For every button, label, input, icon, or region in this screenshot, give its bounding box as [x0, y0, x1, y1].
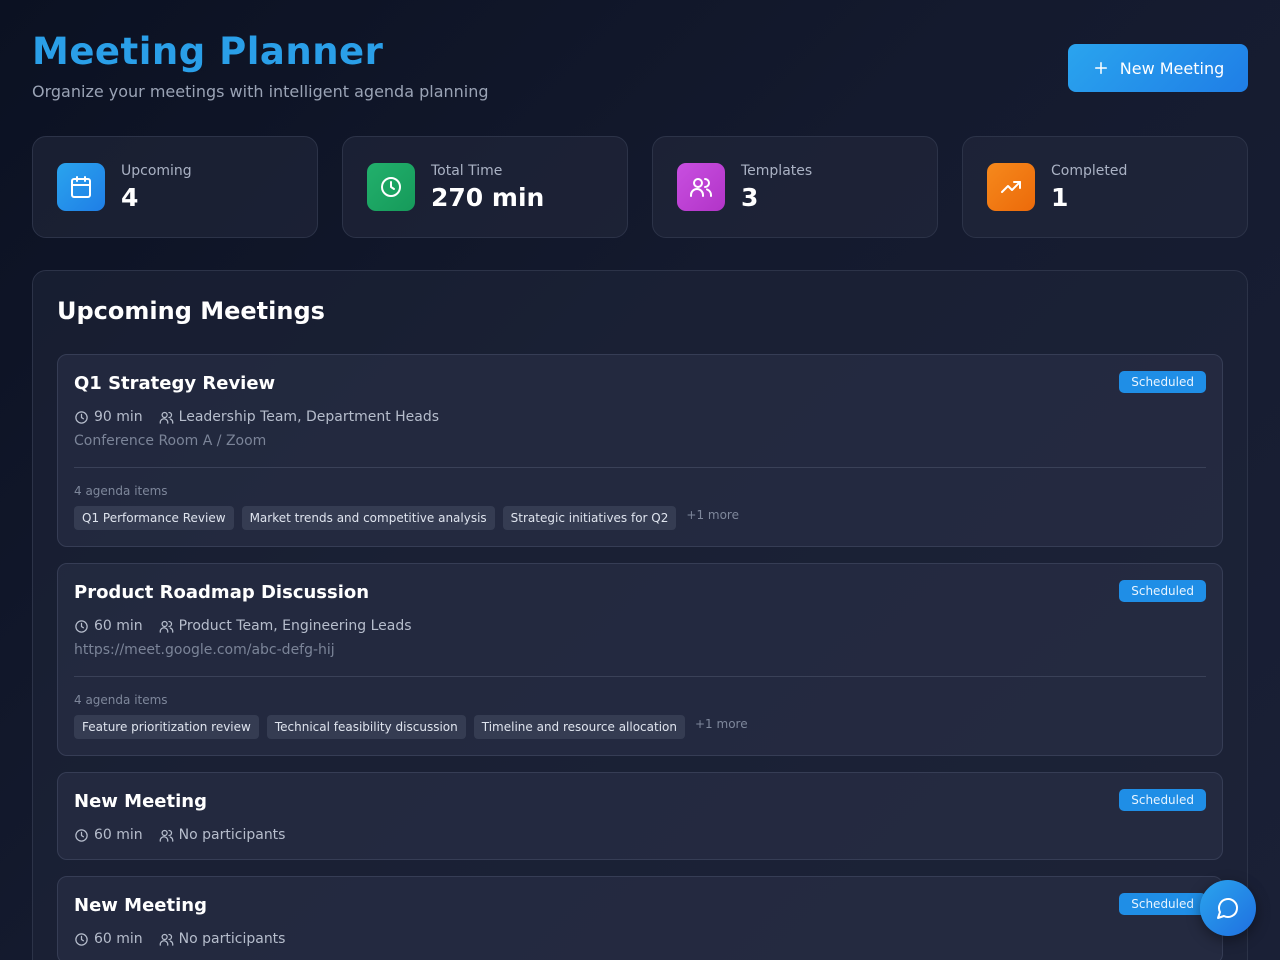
stat-label: Upcoming — [121, 162, 192, 179]
duration: 60 min — [74, 827, 143, 843]
duration: 60 min — [74, 931, 143, 947]
participants-text: No participants — [178, 931, 286, 947]
agenda-count: 4 agenda items — [74, 693, 168, 707]
more-agenda: +1 more — [695, 717, 748, 731]
more-agenda: +1 more — [686, 508, 739, 522]
agenda-chip: Market trends and competitive analysis — [241, 506, 495, 530]
meeting-card[interactable]: Product Roadmap Discussion Scheduled 60 … — [57, 563, 1223, 756]
duration-text: 60 min — [94, 618, 143, 634]
stat-label: Total Time — [431, 162, 503, 179]
stat-value: 270 min — [431, 182, 545, 212]
meeting-planner-page: Meeting Planner Organize your meetings w… — [0, 0, 1280, 960]
clock-icon — [75, 410, 88, 424]
meeting-location[interactable]: https://meet.google.com/abc-defg-hij — [74, 642, 1206, 658]
meeting-meta: 60 min No participants — [74, 931, 1206, 947]
participants-text: No participants — [178, 827, 286, 843]
divider — [74, 676, 1206, 677]
participants: Product Team, Engineering Leads — [159, 618, 412, 634]
calendar-icon — [57, 163, 105, 211]
stat-card-upcoming: Upcoming 4 — [32, 136, 318, 238]
new-meeting-button[interactable]: New Meeting — [1068, 44, 1248, 92]
agenda-chip: Q1 Performance Review — [74, 506, 234, 530]
agenda-list: Feature prioritization review Technical … — [74, 715, 1206, 739]
users-icon — [159, 411, 174, 424]
meeting-card[interactable]: New Meeting Scheduled 60 min No particip… — [57, 772, 1223, 860]
agenda-chip: Timeline and resource allocation — [473, 715, 685, 739]
duration-text: 90 min — [94, 409, 143, 425]
page-title: Meeting Planner — [32, 30, 384, 73]
stat-value: 4 — [121, 182, 139, 212]
plus-icon — [1094, 62, 1107, 74]
divider — [74, 467, 1206, 468]
stats-row: Upcoming 4 Total Time 270 min Templates … — [32, 136, 1248, 238]
stat-label: Templates — [741, 162, 813, 179]
page-subtitle: Organize your meetings with intelligent … — [32, 82, 489, 101]
participants-text: Product Team, Engineering Leads — [178, 618, 412, 634]
meeting-card[interactable]: Q1 Strategy Review Scheduled 90 min Lead… — [57, 354, 1223, 547]
duration-text: 60 min — [94, 931, 143, 947]
stat-value: 1 — [1051, 182, 1069, 212]
chat-button[interactable] — [1200, 880, 1256, 936]
participants-text: Leadership Team, Department Heads — [178, 409, 440, 425]
duration-text: 60 min — [94, 827, 143, 843]
agenda-chip: Technical feasibility discussion — [266, 715, 466, 739]
users-icon — [159, 829, 174, 842]
stat-label: Completed — [1051, 162, 1128, 179]
panel-title: Upcoming Meetings — [57, 297, 325, 325]
upcoming-meetings-panel: Upcoming Meetings Q1 Strategy Review Sch… — [32, 270, 1248, 960]
users-icon — [159, 933, 174, 946]
agenda-count: 4 agenda items — [74, 484, 168, 498]
clock-icon — [75, 619, 88, 633]
meeting-meta: 60 min No participants — [74, 827, 1206, 843]
users-icon — [159, 620, 174, 633]
users-icon — [677, 163, 725, 211]
participants: No participants — [159, 827, 286, 843]
meeting-meta: 60 min Product Team, Engineering Leads — [74, 618, 1206, 634]
agenda-chip: Feature prioritization review — [74, 715, 259, 739]
duration: 90 min — [74, 409, 143, 425]
new-meeting-label: New Meeting — [1119, 58, 1225, 78]
duration: 60 min — [74, 618, 143, 634]
status-badge: Scheduled — [1119, 893, 1206, 915]
meeting-meta: 90 min Leadership Team, Department Heads — [74, 409, 1206, 425]
stat-card-total-time: Total Time 270 min — [342, 136, 628, 238]
agenda-chip: Strategic initiatives for Q2 — [502, 506, 677, 530]
agenda-list: Q1 Performance Review Market trends and … — [74, 506, 1206, 530]
status-badge: Scheduled — [1119, 789, 1206, 811]
meeting-title: Product Roadmap Discussion — [74, 582, 370, 603]
stat-value: 3 — [741, 182, 759, 212]
clock-icon — [75, 932, 88, 946]
meeting-title: New Meeting — [74, 791, 207, 812]
trending-up-icon — [987, 163, 1035, 211]
clock-icon — [367, 163, 415, 211]
status-badge: Scheduled — [1119, 580, 1206, 602]
meeting-title: Q1 Strategy Review — [74, 373, 276, 394]
stat-card-completed: Completed 1 — [962, 136, 1248, 238]
chat-bubble-icon — [1217, 898, 1238, 919]
meeting-location: Conference Room A / Zoom — [74, 433, 267, 449]
stat-card-templates: Templates 3 — [652, 136, 938, 238]
clock-icon — [75, 828, 88, 842]
header: Meeting Planner Organize your meetings w… — [32, 0, 1248, 136]
participants: No participants — [159, 931, 286, 947]
meeting-card[interactable]: New Meeting Scheduled 60 min No particip… — [57, 876, 1223, 960]
meeting-title: New Meeting — [74, 895, 207, 916]
status-badge: Scheduled — [1119, 371, 1206, 393]
participants: Leadership Team, Department Heads — [159, 409, 439, 425]
